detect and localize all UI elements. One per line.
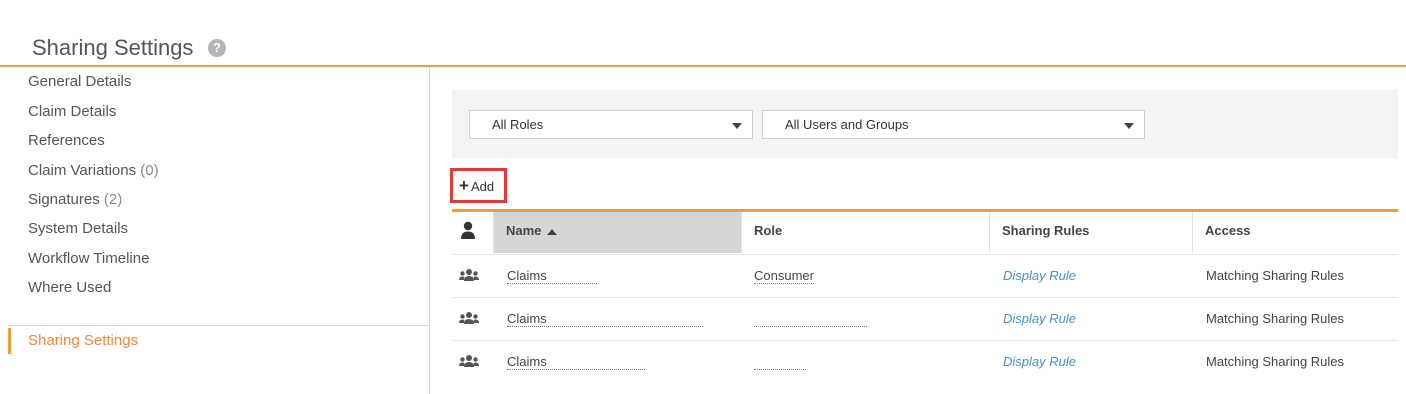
sidebar-item-label: Claim Variations: [28, 162, 137, 179]
table-row[interactable]: Claims Consumer Display Rule Matching Sh…: [452, 254, 1398, 297]
users-groups-select[interactable]: All Users and Groups: [762, 110, 1145, 139]
filter-bar: All Roles All Users and Groups: [452, 90, 1398, 158]
row-role-cell[interactable]: [754, 341, 806, 383]
column-header-name-label: Name: [506, 223, 542, 238]
column-header-name[interactable]: Name: [494, 212, 742, 253]
sidebar-item-claim-details[interactable]: Claim Details: [28, 102, 116, 122]
column-header-sharing-rules-label: Sharing Rules: [1002, 223, 1090, 238]
column-header-role[interactable]: Role: [742, 212, 990, 253]
sidebar-item-claim-variations[interactable]: Claim Variations (0): [28, 161, 159, 181]
sidebar-item-label: Workflow Timeline: [28, 250, 150, 267]
row-rules-cell: Display Rule: [1003, 298, 1076, 340]
table-row[interactable]: Claims Display Rule Matching Sharing Rul…: [452, 340, 1398, 383]
row-role[interactable]: Consumer: [754, 268, 814, 284]
sidebar-item-label: Where Used: [28, 279, 112, 296]
sidebar-item-label: References: [28, 132, 105, 149]
display-rule-link[interactable]: Display Rule: [1003, 268, 1076, 283]
page-header: Sharing Settings ?: [0, 0, 1406, 67]
row-role-cell[interactable]: [754, 298, 867, 340]
table-row[interactable]: Claims Display Rule Matching Sharing Rul…: [452, 297, 1398, 340]
row-name-cell[interactable]: Claims: [507, 298, 703, 340]
row-access: Matching Sharing Rules: [1206, 354, 1345, 369]
sidebar-item-count: (0): [140, 162, 159, 179]
help-icon[interactable]: ?: [208, 39, 226, 57]
chevron-down-icon: [1124, 123, 1134, 129]
sidebar-item-where-used[interactable]: Where Used: [28, 278, 111, 298]
sidebar-item-references[interactable]: References: [28, 131, 105, 151]
row-name[interactable]: Claims: [507, 354, 645, 370]
row-rules-cell: Display Rule: [1003, 255, 1076, 297]
display-rule-link[interactable]: Display Rule: [1003, 354, 1076, 369]
display-rule-link[interactable]: Display Rule: [1003, 311, 1076, 326]
column-header-role-label: Role: [754, 223, 783, 238]
row-role-cell[interactable]: Consumer: [754, 255, 814, 297]
user-icon: [461, 221, 475, 239]
column-header-access[interactable]: Access: [1193, 212, 1398, 253]
sidebar-item-label: General Details: [28, 73, 132, 90]
add-button-label: Add: [470, 179, 495, 194]
sidebar-item-workflow-timeline[interactable]: Workflow Timeline: [28, 249, 149, 269]
sidebar-item-label: Claim Details: [28, 103, 117, 120]
sidebar-item-signatures[interactable]: Signatures (2): [28, 190, 122, 210]
plus-icon: +: [459, 176, 469, 195]
active-indicator: [8, 328, 11, 354]
row-access: Matching Sharing Rules: [1206, 268, 1345, 283]
sidebar-item-sharing-settings[interactable]: Sharing Settings: [28, 331, 138, 351]
chevron-down-icon: [732, 123, 742, 129]
page-title: Sharing Settings: [32, 35, 194, 60]
row-access: Matching Sharing Rules: [1206, 311, 1345, 326]
sidebar-divider: [8, 325, 430, 326]
column-header-sharing-rules[interactable]: Sharing Rules: [990, 212, 1193, 253]
users-groups-select-value: All Users and Groups: [785, 117, 909, 132]
sidebar-nav: General Details Claim Details References…: [0, 67, 430, 394]
group-icon: [458, 267, 480, 287]
row-rules-cell: Display Rule: [1003, 341, 1076, 383]
group-icon: [458, 353, 480, 373]
row-role[interactable]: [754, 369, 806, 371]
sort-ascending-icon: [547, 228, 558, 235]
column-header-icon: [452, 212, 494, 253]
row-name[interactable]: Claims: [507, 311, 703, 327]
row-role[interactable]: [754, 326, 867, 328]
sidebar-item-label: System Details: [28, 220, 129, 237]
group-icon: [458, 310, 480, 330]
roles-select[interactable]: All Roles: [469, 110, 753, 139]
roles-select-value: All Roles: [492, 117, 544, 132]
sidebar-item-system-details[interactable]: System Details: [28, 219, 128, 239]
add-button[interactable]: + Add: [450, 168, 507, 203]
grid-header: Name Role Sharing Rules Access: [452, 212, 1398, 253]
row-name-cell[interactable]: Claims: [507, 255, 597, 297]
row-name-cell[interactable]: Claims: [507, 341, 645, 383]
sidebar-item-label: Sharing Settings: [28, 332, 139, 349]
column-header-access-label: Access: [1205, 223, 1251, 238]
sidebar-item-general-details[interactable]: General Details: [28, 72, 131, 92]
sidebar-item-label: Signatures: [28, 191, 100, 208]
sidebar-item-count: (2): [103, 191, 123, 208]
row-name[interactable]: Claims: [507, 268, 597, 284]
